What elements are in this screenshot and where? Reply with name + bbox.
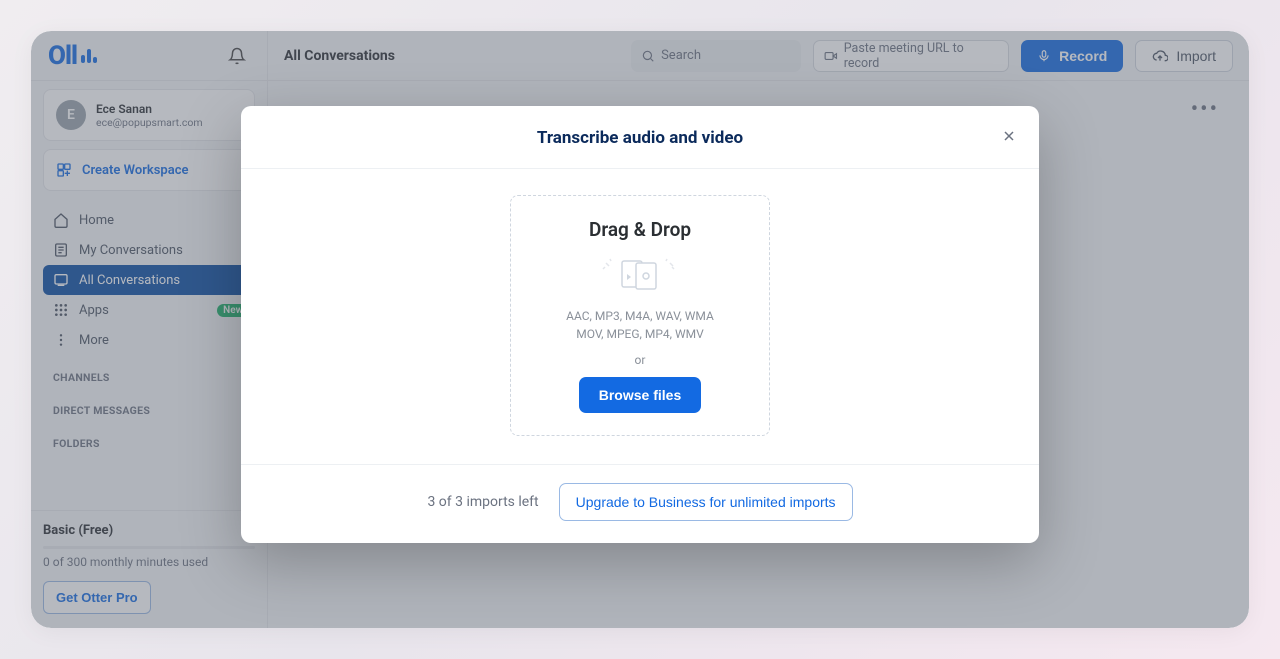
upgrade-button[interactable]: Upgrade to Business for unlimited import… <box>559 483 853 521</box>
imports-remaining: 3 of 3 imports left <box>427 494 538 510</box>
close-icon <box>1001 128 1017 144</box>
dropzone-title: Drag & Drop <box>527 218 753 241</box>
modal-title: Transcribe audio and video <box>261 128 1019 148</box>
files-icon <box>527 255 753 295</box>
modal-footer: 3 of 3 imports left Upgrade to Business … <box>241 465 1039 543</box>
formats-line2: MOV, MPEG, MP4, WMV <box>527 325 753 343</box>
formats-line1: AAC, MP3, M4A, WAV, WMA <box>527 307 753 325</box>
file-dropzone[interactable]: Drag & Drop AAC, MP3, M4A, WAV, WMA MOV,… <box>510 195 770 436</box>
browse-files-button[interactable]: Browse files <box>579 377 701 413</box>
transcribe-modal: Transcribe audio and video Drag & Drop <box>241 106 1039 543</box>
close-button[interactable] <box>995 122 1023 150</box>
modal-header: Transcribe audio and video <box>241 106 1039 169</box>
or-label: or <box>527 353 753 367</box>
modal-body: Drag & Drop AAC, MP3, M4A, WAV, WMA MOV,… <box>241 169 1039 465</box>
